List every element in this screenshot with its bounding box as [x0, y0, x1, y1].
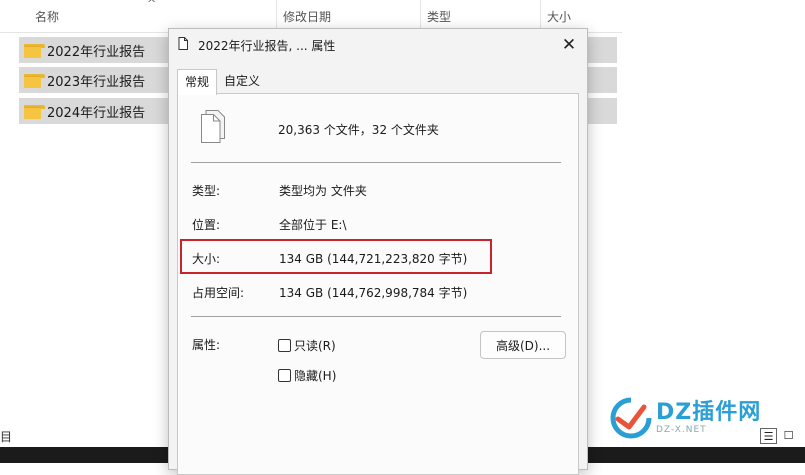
watermark-logo-icon — [610, 397, 652, 439]
tab-general[interactable]: 常规 — [177, 69, 218, 95]
attributes-label: 属性: — [192, 338, 221, 352]
tab-bar: 常规 自定义 — [177, 69, 267, 95]
folder-icon — [24, 73, 45, 88]
type-value: 类型均为 文件夹 — [279, 184, 367, 198]
tab-custom[interactable]: 自定义 — [217, 69, 267, 93]
checkbox-box[interactable] — [278, 339, 291, 352]
status-bar-text: 目 — [0, 430, 13, 444]
dialog-titlebar[interactable]: 2022年行业报告, ... 属性 ✕ — [169, 29, 587, 61]
size-value: 134 GB (144,721,223,820 字节) — [279, 252, 468, 266]
readonly-checkbox[interactable]: 只读(R) — [278, 337, 336, 354]
dialog-title: 2022年行业报告, ... 属性 — [198, 39, 336, 53]
properties-dialog: 2022年行业报告, ... 属性 ✕ 常规 自定义 20,363 个文件，32… — [168, 28, 588, 475]
divider — [191, 316, 561, 317]
file-name: 2023年行业报告 — [47, 74, 146, 90]
advanced-button[interactable]: 高级(D)... — [480, 331, 566, 359]
size-label: 大小: — [192, 252, 221, 266]
watermark: DZ插件网 DZ-X.NET — [610, 393, 800, 443]
disk-usage-label: 占用空间: — [192, 286, 245, 300]
checkbox-box[interactable] — [278, 369, 291, 382]
watermark-title: DZ插件网 — [656, 400, 762, 425]
file-name: 2022年行业报告 — [47, 44, 146, 60]
folder-icon — [24, 104, 45, 119]
close-button[interactable]: ✕ — [557, 33, 581, 57]
location-value: 全部位于 E:\ — [279, 218, 347, 232]
column-name[interactable]: 名称 — [35, 0, 59, 32]
location-label: 位置: — [192, 218, 221, 232]
type-label: 类型: — [192, 184, 221, 198]
sort-ascending-icon: ^ — [147, 0, 157, 10]
file-name: 2024年行业报告 — [47, 105, 146, 121]
document-icon — [178, 37, 188, 50]
divider — [191, 162, 561, 163]
multiple-files-icon — [201, 110, 225, 143]
folder-icon — [24, 43, 45, 58]
hidden-checkbox[interactable]: 隐藏(H) — [278, 367, 336, 384]
hidden-label: 隐藏(H) — [294, 369, 337, 383]
file-count-summary: 20,363 个文件，32 个文件夹 — [278, 123, 439, 137]
readonly-label: 只读(R) — [294, 339, 336, 353]
disk-usage-value: 134 GB (144,762,998,784 字节) — [279, 286, 468, 300]
watermark-subtitle: DZ-X.NET — [656, 425, 707, 435]
general-panel: 20,363 个文件，32 个文件夹 类型: 类型均为 文件夹 位置: 全部位于… — [177, 93, 579, 475]
